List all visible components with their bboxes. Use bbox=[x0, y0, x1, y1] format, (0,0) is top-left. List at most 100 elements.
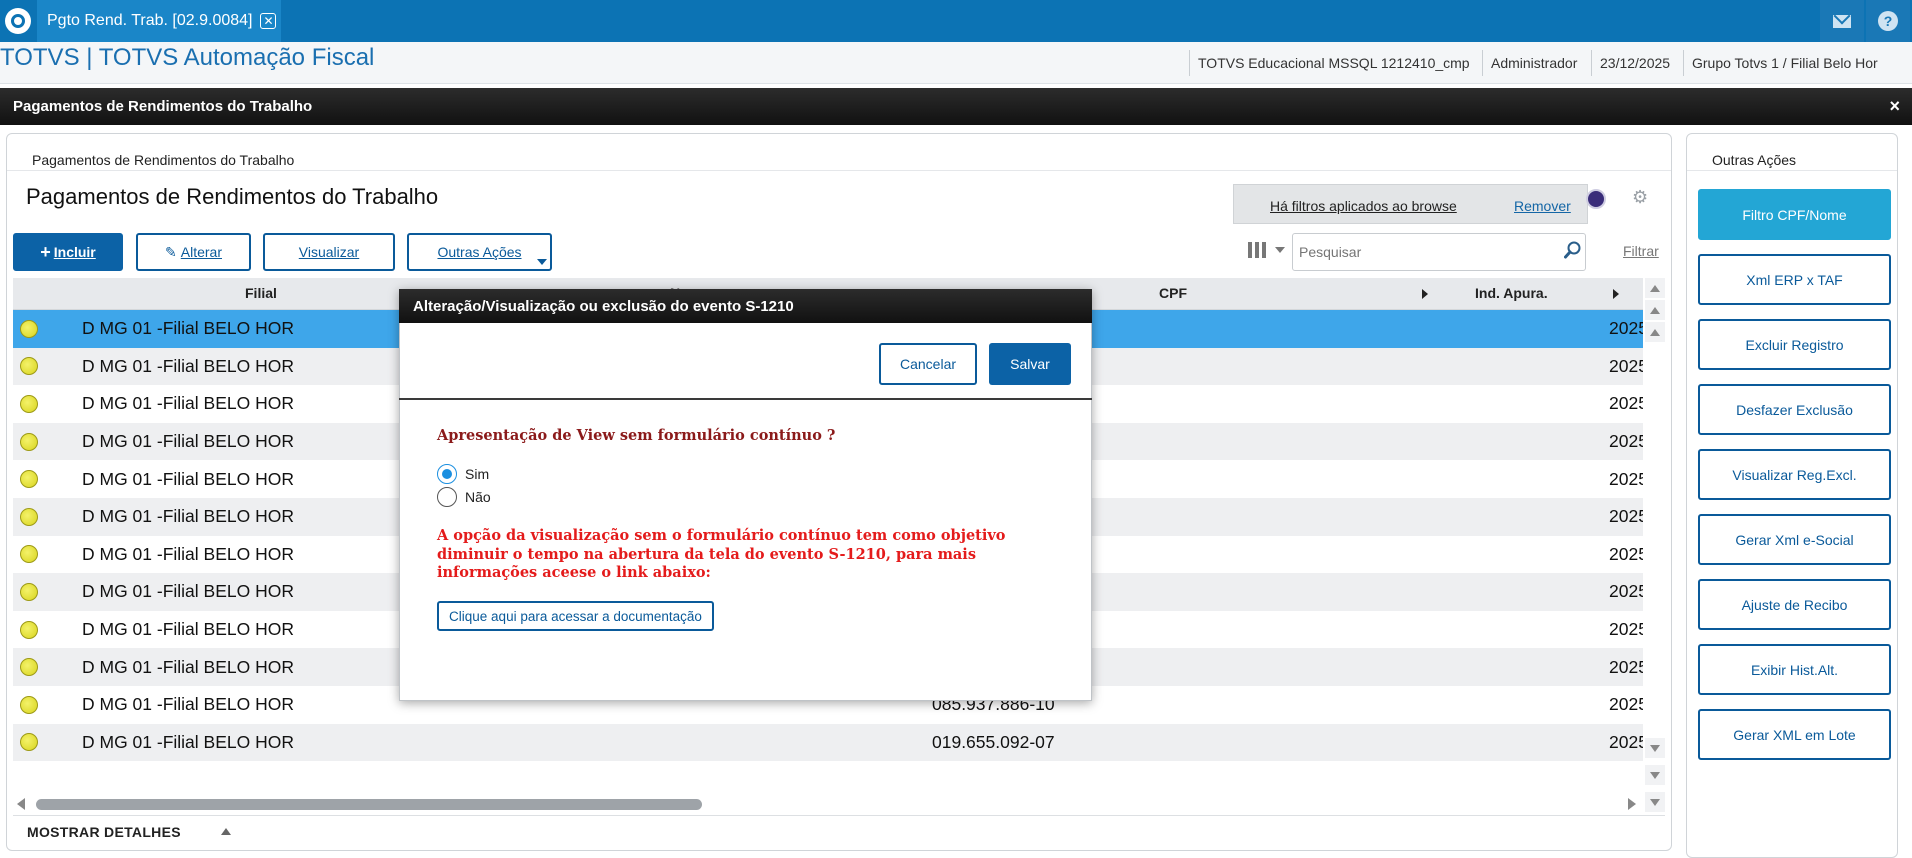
cell-filial: D MG 01 -Filial BELO HOR bbox=[82, 393, 294, 414]
side-action-7[interactable]: Exibir Hist.Alt. bbox=[1698, 644, 1891, 695]
top-tab-bar bbox=[0, 0, 1912, 42]
remove-filter-link[interactable]: Remover bbox=[1514, 198, 1571, 214]
cell-filial: D MG 01 -Filial BELO HOR bbox=[82, 543, 294, 564]
cell-ind-apura: 2025 bbox=[1609, 694, 1643, 715]
window-title: Pagamentos de Rendimentos do Trabalho bbox=[13, 98, 313, 115]
filter-notice-link[interactable]: Há filtros aplicados ao browse bbox=[1270, 198, 1457, 214]
gear-icon[interactable]: ⚙ bbox=[1632, 188, 1650, 206]
cell-filial: D MG 01 -Filial BELO HOR bbox=[82, 694, 294, 715]
status-indicator-icon bbox=[20, 582, 38, 601]
side-action-5[interactable]: Gerar Xml e-Social bbox=[1698, 514, 1891, 565]
status-indicator-icon bbox=[20, 394, 38, 413]
cell-filial: D MG 01 -Filial BELO HOR bbox=[82, 318, 294, 339]
cell-filial: D MG 01 -Filial BELO HOR bbox=[82, 355, 294, 376]
cell-ind-apura: 2025 bbox=[1609, 581, 1643, 602]
status-indicator-icon bbox=[20, 733, 38, 752]
branch-label[interactable]: Grupo Totvs 1 / Filial Belo Hor bbox=[1683, 50, 1912, 76]
horizontal-scroll-thumb[interactable] bbox=[36, 799, 702, 810]
scroll-down-icon[interactable] bbox=[1645, 738, 1665, 758]
cell-ind-apura: 2025 bbox=[1609, 468, 1643, 489]
visualizar-label: Visualizar bbox=[298, 244, 360, 260]
status-indicator-icon bbox=[20, 357, 38, 376]
radio-sim-label[interactable]: Sim bbox=[465, 466, 489, 482]
side-action-0[interactable]: Filtro CPF/Nome bbox=[1698, 189, 1891, 240]
dialog-warning-text: A opção da visualização sem o formulário… bbox=[437, 527, 1006, 581]
chevron-up-icon[interactable] bbox=[221, 828, 231, 835]
scroll-page-up-icon[interactable] bbox=[1645, 300, 1665, 320]
tab-pgto-rend-trab[interactable]: Pgto Rend. Trab. [02.9.0084] ✕ bbox=[37, 0, 281, 42]
cancel-button[interactable]: Cancelar bbox=[879, 343, 977, 385]
column-sort-icon[interactable] bbox=[1422, 289, 1428, 299]
radio-nao-label[interactable]: Não bbox=[465, 489, 491, 505]
tab-label: Pgto Rend. Trab. [02.9.0084] bbox=[47, 12, 253, 29]
date-label[interactable]: 23/12/2025 bbox=[1591, 50, 1678, 76]
side-action-8[interactable]: Gerar XML em Lote bbox=[1698, 709, 1891, 760]
side-panel-title: Outras Ações bbox=[1712, 152, 1797, 168]
status-indicator-icon bbox=[20, 620, 38, 639]
incluir-button[interactable]: + Incluir bbox=[13, 233, 123, 271]
scroll-top-icon[interactable] bbox=[1645, 278, 1665, 298]
environment-label[interactable]: TOTVS Educacional MSSQL 1212410_cmp bbox=[1189, 50, 1478, 76]
cell-filial: D MG 01 -Filial BELO HOR bbox=[82, 468, 294, 489]
documentation-link-button[interactable]: Clique aqui para acessar a documentação bbox=[437, 601, 714, 631]
scroll-left-icon[interactable] bbox=[17, 798, 25, 810]
cell-filial: D MG 01 -Filial BELO HOR bbox=[82, 619, 294, 640]
chevron-down-icon bbox=[537, 259, 547, 265]
tab-close-icon[interactable]: ✕ bbox=[260, 13, 277, 29]
side-action-4[interactable]: Visualizar Reg.Excl. bbox=[1698, 449, 1891, 500]
cell-filial: D MG 01 -Filial BELO HOR bbox=[82, 581, 294, 602]
outras-acoes-button[interactable]: Outras Ações bbox=[407, 233, 552, 271]
cell-ind-apura: 2025 bbox=[1609, 355, 1643, 376]
details-bar[interactable] bbox=[13, 815, 1665, 849]
breadcrumb: Pagamentos de Rendimentos do Trabalho bbox=[32, 152, 295, 168]
show-details-label[interactable]: MOSTRAR DETALHES bbox=[27, 824, 181, 840]
cell-ind-apura: 2025 bbox=[1609, 543, 1643, 564]
cell-ind-apura: 2025 bbox=[1609, 318, 1643, 339]
cell-ind-apura: 2025 bbox=[1609, 393, 1643, 414]
side-action-6[interactable]: Ajuste de Recibo bbox=[1698, 579, 1891, 630]
status-indicator-icon bbox=[20, 695, 38, 714]
user-label[interactable]: Administrador bbox=[1482, 50, 1585, 76]
radio-nao[interactable] bbox=[437, 487, 457, 507]
search-icon[interactable] bbox=[1564, 241, 1582, 259]
visualizar-button[interactable]: Visualizar bbox=[263, 233, 395, 271]
alterar-button[interactable]: ✎ Alterar bbox=[136, 233, 251, 271]
dialog-divider bbox=[399, 398, 1092, 400]
table-row[interactable]: D MG 01 -Filial BELO HOR 019.655.092-07 20… bbox=[13, 723, 1643, 762]
mail-icon[interactable] bbox=[1820, 0, 1864, 42]
divider bbox=[1687, 170, 1897, 171]
cell-filial: D MG 01 -Filial BELO HOR bbox=[82, 506, 294, 527]
status-indicator-icon bbox=[20, 507, 38, 526]
scroll-up-icon[interactable] bbox=[1645, 322, 1665, 342]
help-icon[interactable]: ? bbox=[1866, 0, 1910, 42]
vertical-scrollbar[interactable] bbox=[1645, 278, 1665, 814]
save-button[interactable]: Salvar bbox=[989, 343, 1071, 385]
search-input[interactable] bbox=[1292, 233, 1586, 271]
window-title-bar: Pagamentos de Rendimentos do Trabalho × bbox=[0, 88, 1912, 125]
cell-ind-apura: 2025 bbox=[1609, 656, 1643, 677]
pencil-icon: ✎ bbox=[165, 243, 177, 260]
side-action-3[interactable]: Desfazer Exclusão bbox=[1698, 384, 1891, 435]
dialog-title: Alteração/Visualização ou exclusão do ev… bbox=[399, 289, 1092, 323]
column-header-ind-apura[interactable]: Ind. Apura. bbox=[1475, 285, 1548, 301]
outras-acoes-label: Outras Ações bbox=[437, 244, 522, 260]
column-sort-icon[interactable] bbox=[1613, 289, 1619, 299]
scroll-right-icon[interactable] bbox=[1628, 798, 1636, 810]
column-header-filial[interactable]: Filial bbox=[245, 285, 277, 301]
filtrar-link[interactable]: Filtrar bbox=[1623, 243, 1659, 259]
status-indicator-icon bbox=[20, 319, 38, 338]
columns-icon[interactable] bbox=[1248, 238, 1288, 262]
plus-icon: + bbox=[40, 241, 51, 262]
window-close-icon[interactable]: × bbox=[1889, 96, 1900, 117]
status-indicator-icon bbox=[20, 545, 38, 564]
scroll-bottom-icon[interactable] bbox=[1645, 792, 1665, 812]
side-action-2[interactable]: Excluir Registro bbox=[1698, 319, 1891, 370]
filter-status-icon[interactable] bbox=[1586, 189, 1606, 209]
status-indicator-icon bbox=[20, 658, 38, 677]
radio-sim[interactable] bbox=[437, 464, 457, 484]
app-title: TOTVS | TOTVS Automação Fiscal bbox=[0, 44, 375, 71]
totvs-logo-icon[interactable] bbox=[0, 0, 36, 42]
column-header-cpf[interactable]: CPF bbox=[1159, 285, 1187, 301]
side-action-1[interactable]: Xml ERP x TAF bbox=[1698, 254, 1891, 305]
scroll-page-down-icon[interactable] bbox=[1645, 765, 1665, 785]
